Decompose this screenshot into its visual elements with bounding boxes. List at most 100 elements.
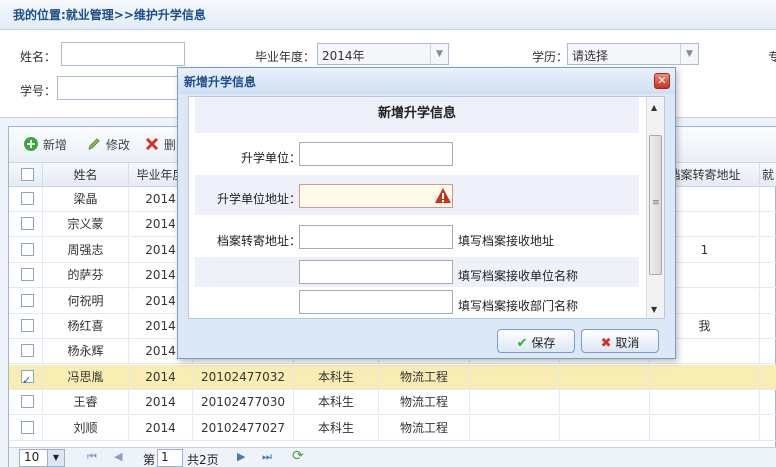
- table-row[interactable]: 王睿 2014 20102477030 本科生 物流工程: [9, 390, 776, 416]
- cell-major: 物流工程: [379, 364, 470, 390]
- form-heading: 新增升学信息: [377, 106, 456, 121]
- cell-employment: [760, 187, 776, 212]
- cell-name: 杨红喜: [43, 314, 129, 339]
- cell-select[interactable]: [9, 364, 43, 390]
- save-button[interactable]: ✔ 保存: [497, 329, 575, 353]
- grip-icon: ≡: [652, 198, 660, 208]
- table-row[interactable]: 刘顺 2014 20102477027 本科生 物流工程: [9, 415, 776, 441]
- edu-select-value: 请选择: [572, 49, 609, 63]
- cell-edu: 本科生: [294, 415, 379, 441]
- next-page-icon[interactable]: ▶: [237, 450, 245, 463]
- cancel-button[interactable]: ✖ 取消: [581, 329, 659, 353]
- year-select[interactable]: 2014年 ▼: [317, 43, 449, 65]
- scroll-up-icon[interactable]: ▲: [651, 103, 657, 112]
- edu-select[interactable]: 请选择 ▼: [567, 43, 699, 65]
- add-icon: [24, 137, 38, 151]
- archive-dept-input[interactable]: [299, 290, 453, 314]
- edit-button[interactable]: 修改: [86, 136, 130, 153]
- cell-select[interactable]: [9, 314, 43, 339]
- cell-select[interactable]: [9, 288, 43, 314]
- header-name[interactable]: 姓名: [43, 163, 129, 187]
- last-page-icon[interactable]: ⏭: [262, 450, 272, 464]
- cell-year: 2014: [129, 390, 193, 416]
- cell-name: 宗义蒙: [43, 212, 129, 238]
- page-size-select[interactable]: 10 ▼: [19, 449, 65, 467]
- name-input[interactable]: [61, 42, 185, 66]
- cell-select[interactable]: [9, 263, 43, 289]
- total-pages: 共2页: [187, 453, 219, 467]
- cell-employment: [760, 339, 776, 364]
- cell-select[interactable]: [9, 212, 43, 238]
- scrollbar-thumb[interactable]: ≡: [649, 135, 662, 275]
- student-no-input[interactable]: [57, 76, 185, 100]
- cell-major: 物流工程: [379, 415, 470, 441]
- cell-select[interactable]: [9, 415, 43, 441]
- archive-unit-input[interactable]: [299, 260, 453, 284]
- cell-select[interactable]: [9, 339, 43, 365]
- scroll-down-icon[interactable]: ▼: [651, 305, 657, 314]
- page-label: 第: [143, 453, 156, 467]
- school-input[interactable]: [299, 142, 453, 166]
- cell-employment: [760, 416, 776, 441]
- page-input[interactable]: 1: [157, 449, 183, 467]
- refresh-icon[interactable]: ⟳: [292, 448, 304, 464]
- school-addr-input[interactable]: [299, 184, 453, 208]
- student-no-label: 学号：: [20, 84, 57, 98]
- cell-archive-addr: [650, 390, 760, 416]
- cell-name: 刘顺: [43, 415, 129, 441]
- row-checkbox[interactable]: [21, 217, 34, 231]
- cell-blank: [470, 415, 560, 441]
- cell-edu: 本科生: [294, 364, 379, 390]
- prev-page-icon[interactable]: ◀: [114, 450, 122, 463]
- cell-select[interactable]: [9, 237, 43, 263]
- archive-addr-input[interactable]: [299, 225, 453, 249]
- cell-select[interactable]: [9, 187, 43, 212]
- row-checkbox[interactable]: [21, 293, 34, 307]
- cell-employment: [760, 365, 776, 390]
- major-label: 专: [768, 50, 776, 64]
- row-checkbox[interactable]: [21, 420, 34, 434]
- delete-button-label: 删: [163, 138, 176, 152]
- close-icon[interactable]: ✕: [654, 73, 670, 89]
- first-page-icon[interactable]: ⏮: [87, 450, 97, 464]
- row-checkbox[interactable]: [21, 344, 34, 358]
- school-label: 升学单位：: [240, 151, 301, 165]
- cell-name: 冯思胤: [43, 364, 129, 390]
- cancel-icon: ✖: [600, 336, 612, 351]
- cell-name: 周强志: [43, 237, 129, 263]
- row-checkbox[interactable]: [21, 395, 34, 409]
- cell-select[interactable]: [9, 390, 43, 416]
- cell-student-no: 20102477030: [193, 390, 294, 416]
- header-select-all[interactable]: [9, 163, 43, 187]
- cell-major: 物流工程: [379, 390, 470, 416]
- row-checkbox[interactable]: [21, 319, 34, 332]
- archive-addr-label: 档案转寄地址：: [216, 234, 301, 248]
- cell-archive-addr: [650, 364, 760, 390]
- cell-employment: [760, 390, 776, 415]
- table-row[interactable]: 冯思胤201420102477032本科生物流工程: [9, 364, 776, 390]
- dialog-scrollbar[interactable]: ▲ ≡ ▼: [646, 97, 664, 318]
- school-addr-label: 升学单位地址：: [216, 192, 301, 206]
- cell-blank: [470, 390, 560, 416]
- breadcrumb: 我的位置:就业管理>>维护升学信息: [0, 0, 776, 30]
- archive-addr-hint: 填写档案接收地址: [458, 234, 555, 248]
- year-select-value: 2014年: [322, 49, 365, 63]
- add-dialog: 新增升学信息 ✕ 新增升学信息 升学单位： 升学单位地址： 档案转寄地址： 填写…: [177, 67, 676, 359]
- row-checkbox[interactable]: [21, 268, 34, 282]
- header-employment[interactable]: 就: [760, 163, 776, 187]
- pager: 10 ▼ ⏮ ◀ 第 1 共2页 ▶ ⏭ ⟳: [9, 447, 776, 467]
- delete-icon: [145, 137, 159, 151]
- add-button[interactable]: 新增: [23, 136, 67, 153]
- delete-button[interactable]: 删: [144, 136, 176, 153]
- row-checkbox[interactable]: [21, 242, 34, 256]
- dialog-title: 新增升学信息: [178, 68, 675, 94]
- cell-name: 何祝明: [43, 288, 129, 314]
- dialog-footer: ✔ 保存 ✖ 取消: [178, 324, 675, 358]
- row-checkbox[interactable]: [21, 368, 34, 390]
- cell-student-no: 20102477027: [193, 415, 294, 441]
- cell-archive-addr: [650, 415, 760, 441]
- cancel-button-label: 取消: [615, 336, 640, 350]
- cell-year: 2014: [129, 364, 193, 390]
- select-all-checkbox[interactable]: [21, 168, 34, 181]
- row-checkbox[interactable]: [21, 192, 34, 205]
